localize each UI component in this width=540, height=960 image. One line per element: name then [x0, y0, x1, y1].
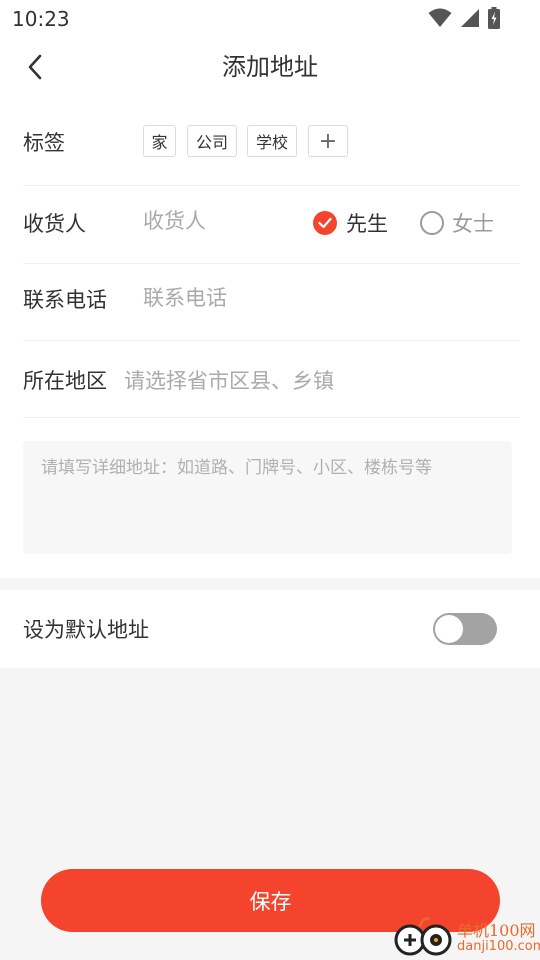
recipient-label: 收货人 [23, 212, 86, 236]
default-address-row: 设为默认地址 [0, 590, 540, 668]
watermark: 单机100网 danji100.com [390, 915, 540, 960]
check-icon [318, 217, 332, 229]
tag-home[interactable]: 家 [143, 125, 176, 157]
address-form: 添加地址 标签 家 公司 学校 + 收货人 收货人 先生 女士 联系电话 联系电… [0, 36, 540, 578]
region-label: 所在地区 [23, 369, 107, 393]
add-tag-button[interactable]: + [308, 125, 348, 157]
default-address-label: 设为默认地址 [23, 618, 149, 642]
option-ms-label[interactable]: 女士 [452, 208, 494, 238]
status-bar: 10:23 [0, 0, 540, 36]
phone-label: 联系电话 [23, 288, 107, 312]
phone-row: 联系电话 [23, 264, 520, 341]
recipient-row: 收货人 [23, 186, 520, 264]
recipient-input[interactable]: 收货人 [143, 205, 206, 235]
tag-school[interactable]: 学校 [247, 125, 297, 157]
tags-label: 标签 [23, 131, 65, 155]
region-selector[interactable]: 请选择省市区县、乡镇 [124, 365, 334, 395]
detail-address-textarea[interactable]: 请填写详细地址：如道路、门牌号、小区、楼栋号等 [23, 441, 512, 554]
radio-ms-unchecked[interactable] [420, 211, 444, 235]
signal-icon [461, 9, 479, 27]
status-time: 10:23 [12, 7, 70, 31]
wifi-icon [428, 8, 452, 27]
battery-icon [488, 7, 500, 29]
toggle-knob [435, 615, 463, 643]
watermark-text: 单机100网 [457, 921, 536, 940]
default-address-toggle[interactable] [433, 613, 497, 645]
watermark-logo-icon [394, 917, 452, 956]
page-title: 添加地址 [222, 53, 318, 81]
option-mr-label[interactable]: 先生 [346, 208, 388, 238]
status-icons [428, 7, 500, 29]
watermark-url: danji100.com [457, 939, 540, 954]
tag-company[interactable]: 公司 [187, 125, 237, 157]
phone-input[interactable]: 联系电话 [143, 282, 227, 312]
radio-mr-checked[interactable] [313, 211, 337, 235]
